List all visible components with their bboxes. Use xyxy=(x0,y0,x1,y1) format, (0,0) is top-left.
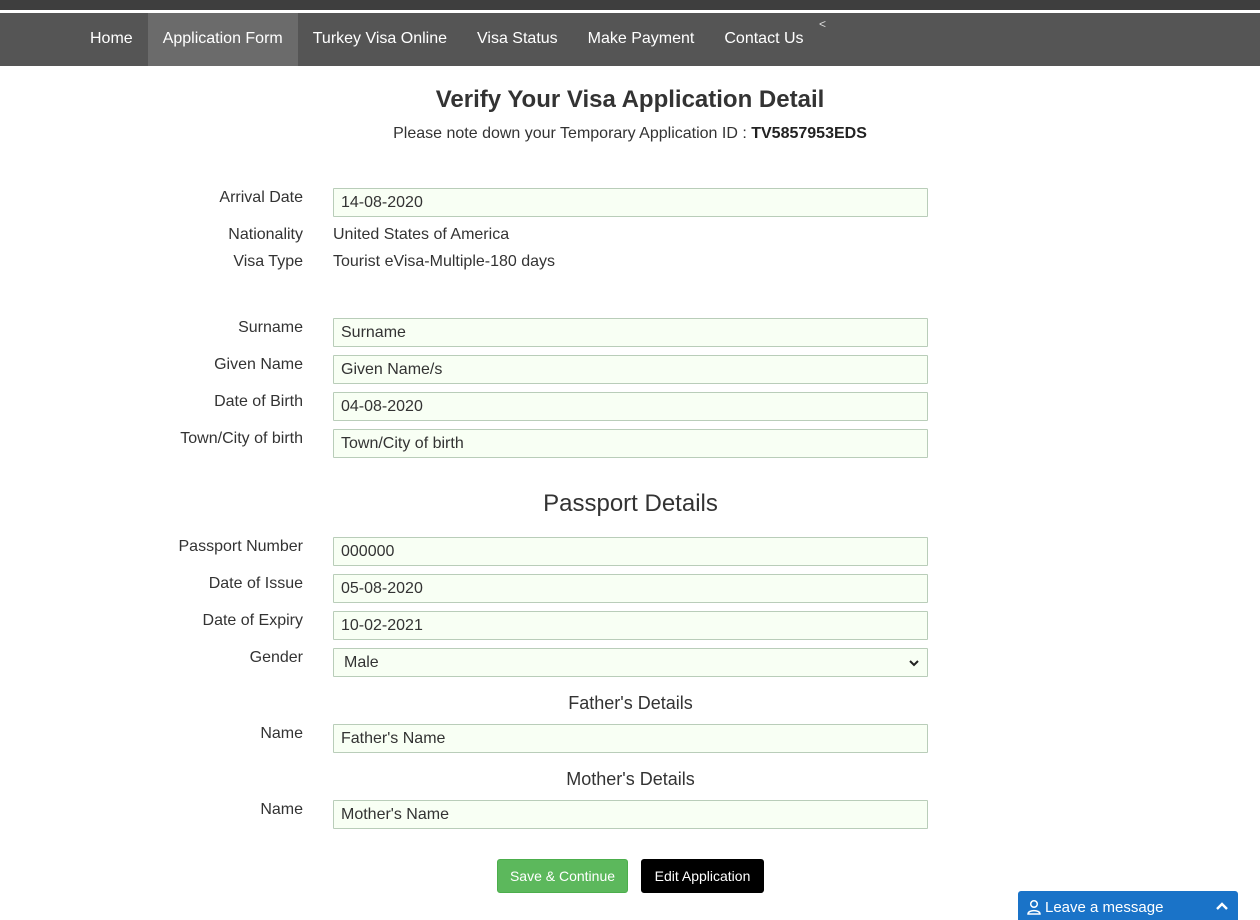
father-name-label: Name xyxy=(260,725,303,742)
nav-visa-status[interactable]: Visa Status xyxy=(462,13,573,66)
gender-selected-value: Male xyxy=(344,654,379,671)
date-of-issue-field[interactable]: 05-08-2020 xyxy=(333,574,928,603)
application-id-prefix: Please note down your Temporary Applicat… xyxy=(393,125,752,142)
nav-home[interactable]: Home xyxy=(75,13,148,66)
surname-field[interactable]: Surname xyxy=(333,318,928,347)
save-continue-button[interactable]: Save & Continue xyxy=(497,859,628,893)
nav-turkey-visa-online[interactable]: Turkey Visa Online xyxy=(298,13,462,66)
mothers-details-heading: Mother's Details xyxy=(566,769,695,789)
nav-make-payment[interactable]: Make Payment xyxy=(573,13,710,66)
application-id-note: Please note down your Temporary Applicat… xyxy=(0,125,1260,143)
nationality-value: United States of America xyxy=(333,226,510,243)
nav-contact-us[interactable]: Contact Us xyxy=(709,13,818,66)
page-title: Verify Your Visa Application Detail xyxy=(435,86,825,113)
top-strip xyxy=(0,0,1260,10)
birth-town-label: Town/City of birth xyxy=(180,430,303,447)
date-of-birth-label: Date of Birth xyxy=(214,393,303,410)
main-navbar: Home Application Form Turkey Visa Online… xyxy=(0,13,1260,66)
given-name-field[interactable]: Given Name/s xyxy=(333,355,928,384)
nav-application-form[interactable]: Application Form xyxy=(147,13,298,66)
visa-type-value: Tourist eVisa-Multiple-180 days xyxy=(333,253,556,270)
edit-application-button[interactable]: Edit Application xyxy=(641,859,764,893)
gender-label: Gender xyxy=(249,649,303,666)
fathers-details-heading: Father's Details xyxy=(568,693,693,713)
passport-details-heading: Passport Details xyxy=(543,490,718,517)
date-of-issue-label: Date of Issue xyxy=(208,575,303,592)
application-id: TV5857953EDS xyxy=(751,125,867,142)
mother-name-field[interactable]: Mother's Name xyxy=(333,800,928,829)
visa-type-label: Visa Type xyxy=(233,253,303,270)
leave-message-widget[interactable]: Leave a message xyxy=(1018,891,1238,920)
user-icon xyxy=(1027,899,1041,915)
passport-number-label: Passport Number xyxy=(178,538,304,555)
date-of-expiry-label: Date of Expiry xyxy=(202,612,303,629)
chevron-down-icon xyxy=(909,659,919,666)
leave-message-label: Leave a message xyxy=(1045,898,1164,916)
nav-caret-icon: < xyxy=(819,17,827,31)
nationality-label: Nationality xyxy=(228,226,303,243)
surname-label: Surname xyxy=(238,319,303,336)
father-name-field[interactable]: Father's Name xyxy=(333,724,928,753)
date-of-expiry-field[interactable]: 10-02-2021 xyxy=(333,611,928,640)
arrival-date-field[interactable]: 14-08-2020 xyxy=(333,188,928,217)
nav-menu: Home Application Form Turkey Visa Online… xyxy=(75,13,819,66)
mother-name-label: Name xyxy=(260,801,303,818)
birth-town-field[interactable]: Town/City of birth xyxy=(333,429,928,458)
gender-select[interactable]: Male xyxy=(333,648,928,677)
given-name-label: Given Name xyxy=(214,356,303,373)
date-of-birth-field[interactable]: 04-08-2020 xyxy=(333,392,928,421)
passport-number-field[interactable]: 000000 xyxy=(333,537,928,566)
arrival-date-label: Arrival Date xyxy=(219,189,303,206)
chevron-up-icon[interactable] xyxy=(1214,898,1230,914)
